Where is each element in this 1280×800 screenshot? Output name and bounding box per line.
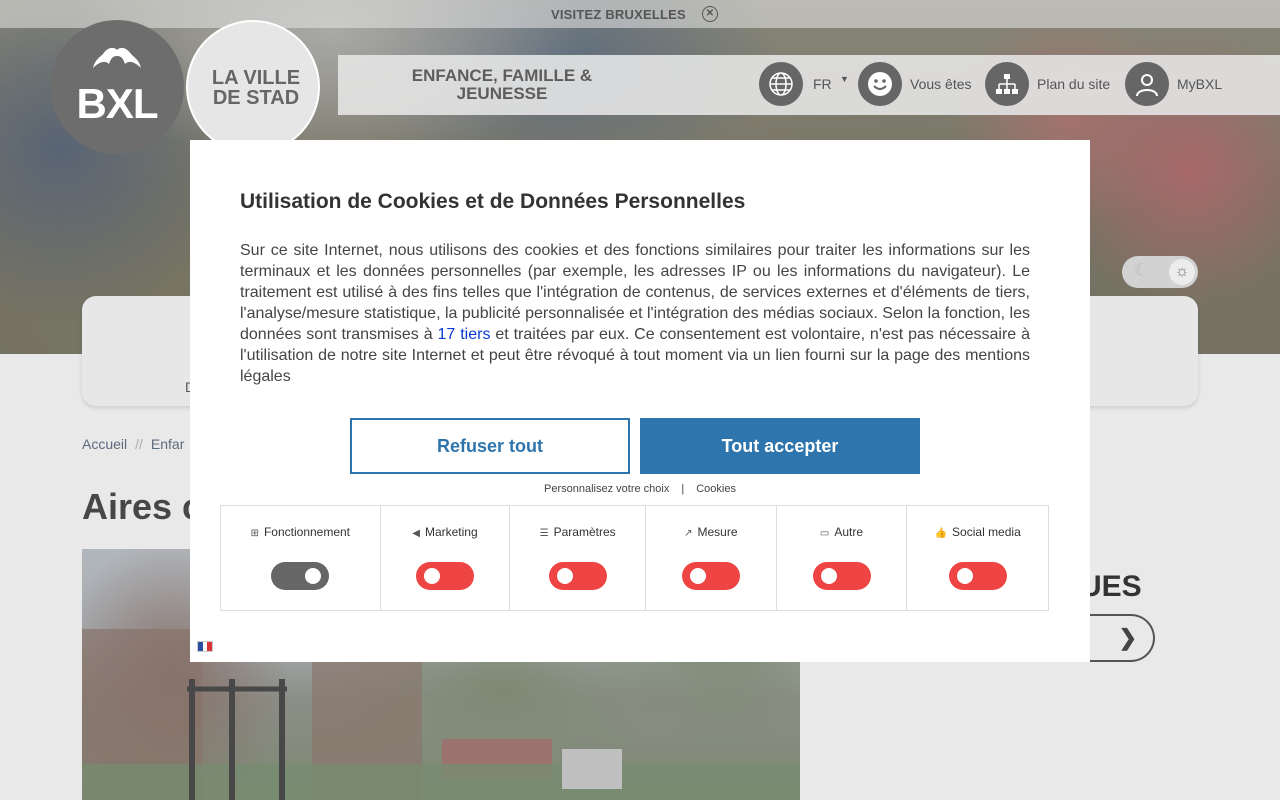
thumbs-up-icon: 👍 [934, 528, 948, 539]
page-title: Aires c [82, 486, 203, 527]
category-label-text: Marketing [424, 525, 478, 539]
toggle-knob [820, 568, 837, 584]
chevron-right-icon: ❯ [1118, 625, 1137, 650]
bxl-logo[interactable]: BXL [50, 20, 184, 154]
section-title-line-1: ENFANCE, FAMILLE & [411, 66, 593, 85]
mybxl-link[interactable]: MyBXL [1177, 76, 1222, 92]
category-label-text: Mesure [697, 525, 738, 539]
breadcrumb-home[interactable]: Accueil [82, 436, 127, 452]
close-circle-icon[interactable]: ✕ [702, 6, 718, 22]
sitemap-icon[interactable] [985, 62, 1029, 106]
ville-logo[interactable]: LA VILLE DE STAD [186, 20, 320, 154]
chat-icon: ▭ [819, 528, 830, 539]
breadcrumb-separator: // [135, 436, 143, 452]
category-label: ⊞ Fonctionnement [221, 525, 380, 539]
section-title[interactable]: ENFANCE, FAMILLE & JEUNESSE [400, 67, 604, 103]
bird-icon [93, 46, 141, 82]
category-autre: ▭ Autre [777, 506, 908, 610]
top-bar: VISITEZ BRUXELLES ✕ [0, 0, 1280, 28]
modal-body: Sur ce site Internet, nous utilisons des… [240, 240, 1030, 387]
modal-title: Utilisation de Cookies et de Données Per… [240, 190, 746, 213]
category-label-text: Social media [952, 525, 1021, 539]
sliders-icon: ☰ [539, 528, 549, 539]
category-parametres: ☰ Paramètres [510, 506, 646, 610]
category-label-text: Fonctionnement [263, 525, 351, 539]
links-separator: | [681, 483, 685, 495]
cookie-categories: ⊞ Fonctionnement ◀ Marketing ☰ Paramètres ↗… [220, 505, 1049, 611]
chevron-down-icon[interactable]: ▼ [840, 74, 849, 84]
toggle-knob [956, 568, 973, 584]
toggle-mesure[interactable] [681, 562, 740, 590]
category-label: ◀ Marketing [381, 525, 510, 539]
smiley-icon[interactable] [858, 62, 902, 106]
category-mesure: ↗ Mesure [646, 506, 777, 610]
customize-link[interactable]: Personnalisez votre choix [544, 483, 669, 495]
ville-line-1: LA VILLE [211, 67, 301, 89]
cookie-consent-modal: Utilisation de Cookies et de Données Per… [190, 140, 1090, 662]
category-social-media: 👍 Social media [907, 506, 1048, 610]
breadcrumb: Accueil // Enfar [82, 436, 184, 452]
accept-all-button[interactable]: Tout accepter [640, 418, 920, 474]
breadcrumb-current[interactable]: Enfar [151, 436, 184, 452]
megaphone-icon: ◀ [412, 528, 420, 539]
globe-icon[interactable] [759, 62, 803, 106]
chart-icon: ↗ [684, 528, 693, 539]
language-select[interactable]: FR [813, 76, 832, 92]
toggle-fonctionnement[interactable] [271, 562, 330, 590]
french-flag-icon[interactable] [197, 641, 213, 652]
moon-icon: ☾ [1134, 260, 1151, 280]
refuse-all-button[interactable]: Refuser tout [350, 418, 630, 474]
category-label: ☰ Paramètres [510, 525, 645, 539]
category-label: ↗ Mesure [646, 525, 776, 539]
vous-etes-link[interactable]: Vous êtes [910, 76, 972, 92]
category-label: ▭ Autre [777, 525, 907, 539]
category-label-text: Paramètres [553, 525, 616, 539]
sun-icon: ☼ [1169, 259, 1195, 285]
ville-line-2: DE STAD [212, 87, 300, 109]
toggle-parametres[interactable] [548, 562, 607, 590]
third-parties-link[interactable]: 17 tiers [438, 326, 491, 343]
toggle-knob [556, 568, 573, 584]
toggle-knob [423, 568, 440, 584]
category-marketing: ◀ Marketing [381, 506, 511, 610]
ville-logo-text: LA VILLE DE STAD [206, 68, 306, 108]
cookies-link[interactable]: Cookies [696, 483, 736, 495]
modal-links: Personnalisez votre choix | Cookies [190, 483, 1090, 495]
theme-toggle[interactable]: ☾ ☼ [1122, 256, 1198, 288]
toggle-marketing[interactable] [415, 562, 474, 590]
bxl-logo-text: BXL [76, 80, 159, 127]
visit-brussels-link[interactable]: VISITEZ BRUXELLES [551, 7, 686, 22]
toggle-knob [305, 568, 322, 584]
category-fonctionnement: ⊞ Fonctionnement [221, 506, 381, 610]
sitemap-link[interactable]: Plan du site [1037, 76, 1110, 92]
user-icon[interactable] [1125, 62, 1169, 106]
toggle-knob [689, 568, 706, 584]
category-label-text: Autre [834, 525, 864, 539]
category-label: 👍 Social media [907, 525, 1048, 539]
section-title-line-2: JEUNESSE [456, 84, 548, 103]
toggle-social-media[interactable] [948, 562, 1007, 590]
toggle-autre[interactable] [812, 562, 871, 590]
grid-icon: ⊞ [250, 528, 259, 539]
